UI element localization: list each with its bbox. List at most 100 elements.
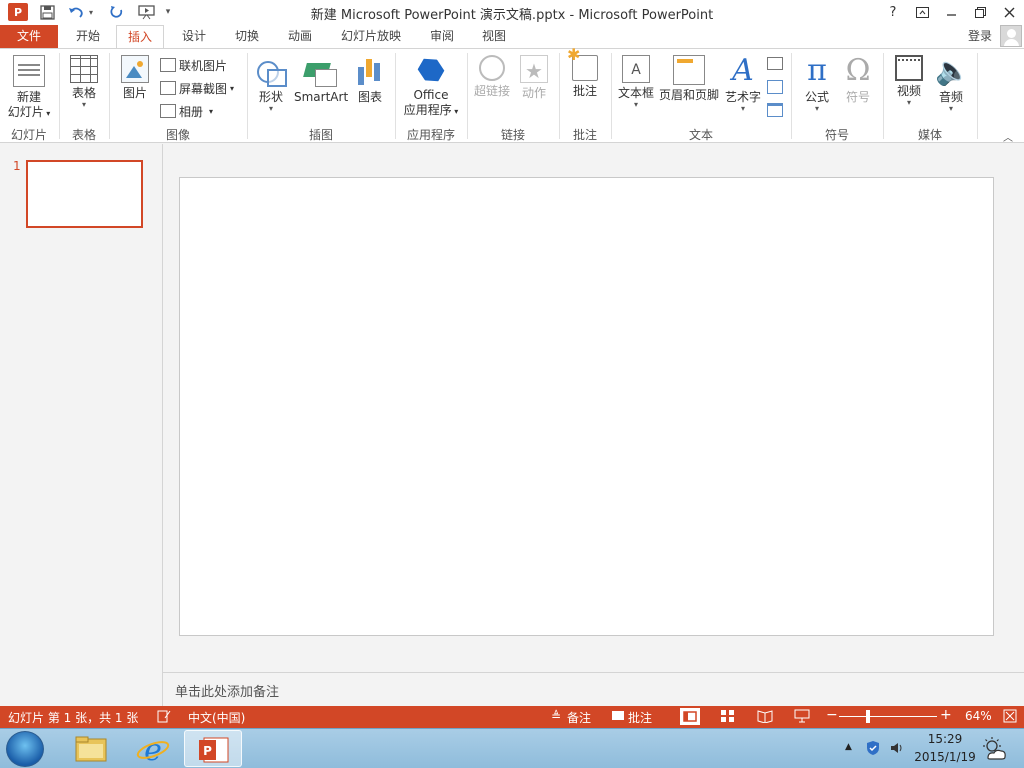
textbox-button[interactable]: A 文本框 ▾: [616, 55, 656, 109]
zoom-in-button[interactable]: +: [940, 707, 952, 723]
action-button[interactable]: ★ 动作: [518, 55, 550, 101]
spellcheck-icon[interactable]: [157, 709, 171, 726]
notes-placeholder[interactable]: 单击此处添加备注: [175, 681, 279, 700]
reading-view-icon[interactable]: [757, 709, 773, 726]
security-shield-icon[interactable]: [865, 740, 881, 756]
video-label: 视频: [896, 84, 921, 98]
slideshow-view-icon[interactable]: [794, 709, 810, 726]
wordart-icon: A: [732, 53, 754, 88]
slide-number-icon[interactable]: [767, 80, 783, 94]
zoom-out-button[interactable]: −: [826, 707, 838, 723]
office-apps-button[interactable]: Office 应用程序 ▾: [400, 55, 462, 119]
video-button[interactable]: 视频 ▾: [892, 55, 926, 107]
notes-toggle-icon[interactable]: ≜: [551, 709, 561, 723]
powerpoint-taskbar-icon[interactable]: P: [184, 730, 242, 767]
object-icon[interactable]: [767, 103, 783, 117]
group-divider: [977, 53, 978, 139]
internet-explorer-taskbar-icon[interactable]: e: [124, 730, 182, 768]
office-apps-icon: [415, 54, 448, 87]
volume-icon[interactable]: [889, 740, 905, 756]
minimize-icon[interactable]: [938, 2, 964, 22]
tab-design[interactable]: 设计: [172, 25, 216, 48]
online-picture-button[interactable]: 联机图片: [160, 55, 227, 75]
date-time-icon[interactable]: [767, 57, 783, 70]
symbol-label: 符号: [845, 90, 870, 104]
file-explorer-taskbar-icon[interactable]: [62, 730, 120, 767]
zoom-level[interactable]: 64%: [965, 709, 992, 723]
close-icon[interactable]: [996, 2, 1022, 22]
tab-home[interactable]: 开始: [66, 25, 110, 48]
notes-toggle-button[interactable]: 备注: [567, 709, 591, 726]
avatar-icon[interactable]: [1000, 25, 1022, 47]
help-button[interactable]: ?: [880, 2, 906, 22]
table-button[interactable]: 表格 ▾: [66, 55, 102, 109]
zoom-slider-thumb[interactable]: [866, 710, 870, 723]
comments-toggle-button[interactable]: 批注: [628, 709, 652, 726]
redo-icon[interactable]: [106, 3, 126, 21]
tab-review[interactable]: 审阅: [420, 25, 464, 48]
zoom-slider-track[interactable]: [839, 716, 937, 717]
ribbon-insert: 新建 幻灯片 ▾ 幻灯片 表格 ▾ 表格 图片 联机图片 屏幕截图 ▾ 相册 ▾ 图…: [0, 47, 1024, 144]
slide-thumbnail-1[interactable]: [26, 160, 143, 228]
omega-icon: Ω: [845, 53, 871, 88]
save-icon[interactable]: [38, 3, 56, 21]
slide-sorter-icon[interactable]: [720, 709, 735, 726]
status-bar: 幻灯片 第 1 张，共 1 张 中文(中国) ≜ 备注 批注 − + 64%: [0, 706, 1024, 728]
slide-thumbnail-pane: [0, 144, 163, 706]
undo-dropdown-icon[interactable]: ▾: [87, 3, 95, 21]
tab-file[interactable]: 文件: [0, 25, 58, 48]
comment-label: 批注: [572, 84, 597, 98]
tab-view[interactable]: 视图: [472, 25, 516, 48]
collapse-ribbon-icon[interactable]: ︿: [1003, 129, 1013, 144]
hyperlink-label: 超链接: [473, 84, 510, 98]
wordart-button[interactable]: A 艺术字 ▾: [724, 55, 762, 113]
header-footer-button[interactable]: 页眉和页脚: [658, 55, 720, 103]
group-label-illustrations: 插图: [308, 128, 333, 142]
clock-date[interactable]: 2015/1/19: [912, 750, 978, 764]
new-slide-button[interactable]: 新建 幻灯片 ▾: [6, 55, 52, 121]
tab-animations[interactable]: 动画: [278, 25, 322, 48]
undo-icon[interactable]: [66, 3, 86, 21]
office-apps-label-2: 应用程序: [403, 103, 452, 117]
tab-insert[interactable]: 插入: [116, 25, 164, 49]
powerpoint-logo-icon[interactable]: P: [8, 3, 28, 21]
symbol-button[interactable]: Ω 符号: [842, 55, 874, 105]
video-icon: [895, 55, 923, 81]
chart-button[interactable]: 图表: [354, 55, 386, 105]
slide-count-status: 幻灯片 第 1 张，共 1 张: [8, 711, 139, 725]
screenshot-button[interactable]: 屏幕截图 ▾: [160, 78, 234, 98]
sign-in-link[interactable]: 登录: [968, 27, 992, 44]
clock-time[interactable]: 15:29: [925, 732, 965, 746]
group-label-media: 媒体: [917, 128, 942, 142]
tab-transitions[interactable]: 切换: [225, 25, 269, 48]
start-button-icon[interactable]: [6, 731, 44, 767]
normal-view-icon[interactable]: [680, 708, 700, 725]
language-status[interactable]: 中文(中国): [188, 709, 245, 726]
slideshow-from-start-icon[interactable]: [136, 3, 156, 21]
customize-quick-access-icon[interactable]: ▾: [163, 3, 173, 21]
equation-button[interactable]: π 公式 ▾: [800, 55, 834, 113]
restore-icon[interactable]: [967, 2, 993, 22]
show-hidden-icons-icon[interactable]: ▲: [845, 742, 852, 752]
slide-canvas[interactable]: [179, 177, 994, 636]
tab-slideshow[interactable]: 幻灯片放映: [333, 25, 409, 48]
audio-label: 音频: [938, 90, 963, 104]
weather-icon[interactable]: [980, 736, 1008, 762]
comment-button[interactable]: 批注: [567, 47, 602, 99]
hyperlink-button[interactable]: 超链接: [472, 55, 512, 99]
picture-button[interactable]: 图片: [118, 55, 152, 101]
svg-text:e: e: [144, 733, 162, 767]
smartart-button[interactable]: SmartArt: [294, 55, 348, 105]
header-footer-icon: [673, 55, 705, 85]
smartart-label: SmartArt: [294, 90, 349, 104]
group-label-symbols: 符号: [824, 128, 849, 142]
notes-pane[interactable]: [163, 672, 1024, 706]
shapes-button[interactable]: 形状 ▾: [254, 55, 288, 113]
fit-to-window-icon[interactable]: [1003, 709, 1017, 726]
audio-button[interactable]: 🔈 音频 ▾: [934, 55, 970, 113]
ribbon-display-options-icon[interactable]: [909, 2, 935, 22]
smartart-icon: [305, 55, 337, 87]
comments-toggle-icon[interactable]: [612, 711, 624, 720]
group-label-images: 图像: [165, 128, 190, 142]
photo-album-button[interactable]: 相册 ▾: [160, 101, 213, 121]
